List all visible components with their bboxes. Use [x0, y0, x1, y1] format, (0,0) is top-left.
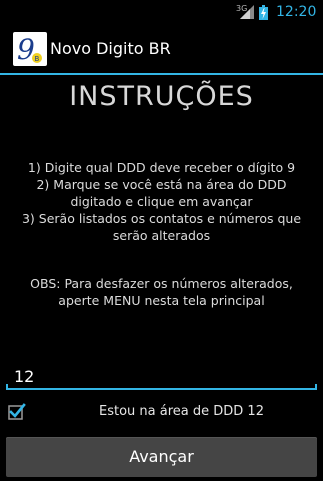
ddd-area-checkbox[interactable] [8, 403, 26, 421]
instruction-line: 3) Serão listados os contatos e números … [21, 211, 302, 226]
status-bar: 3G 12:20 [0, 0, 323, 25]
ddd-input-underline [6, 384, 317, 390]
battery-charging-icon [259, 5, 268, 20]
app-title: Novo Digito BR [50, 39, 171, 58]
ddd-input[interactable] [6, 362, 323, 390]
app-logo-digit: 9 [17, 33, 35, 66]
svg-text:B: B [35, 55, 40, 63]
instruction-line: serão alterados [112, 228, 211, 243]
obs-line: aperte MENU nesta tela principal [58, 293, 265, 308]
app-logo-9-icon: 9 B [13, 32, 47, 66]
ddd-area-checkbox-label[interactable]: Estou na área de DDD 12 [40, 404, 323, 419]
instructions-text: 1) Digite qual DDD deve receber o dígito… [0, 159, 323, 244]
action-bar: 9 B Novo Digito BR [0, 25, 323, 73]
page-title: INSTRUÇÕES [69, 81, 254, 112]
action-bar-divider [0, 73, 323, 75]
instruction-line: 2) Marque se você está na área do DDD [36, 177, 287, 192]
obs-note: OBS: Para desfazer os números alterados,… [0, 275, 323, 309]
clock: 12:20 [276, 4, 317, 20]
advance-button[interactable]: Avançar [6, 437, 317, 477]
obs-line: OBS: Para desfazer os números alterados, [30, 276, 293, 291]
signal-strength-icon [240, 5, 254, 19]
instruction-line: 1) Digite qual DDD deve receber o dígito… [27, 160, 296, 175]
app-logo-graphic: 9 B [17, 33, 42, 66]
instruction-line: digitado e clique em avançar [70, 194, 253, 209]
